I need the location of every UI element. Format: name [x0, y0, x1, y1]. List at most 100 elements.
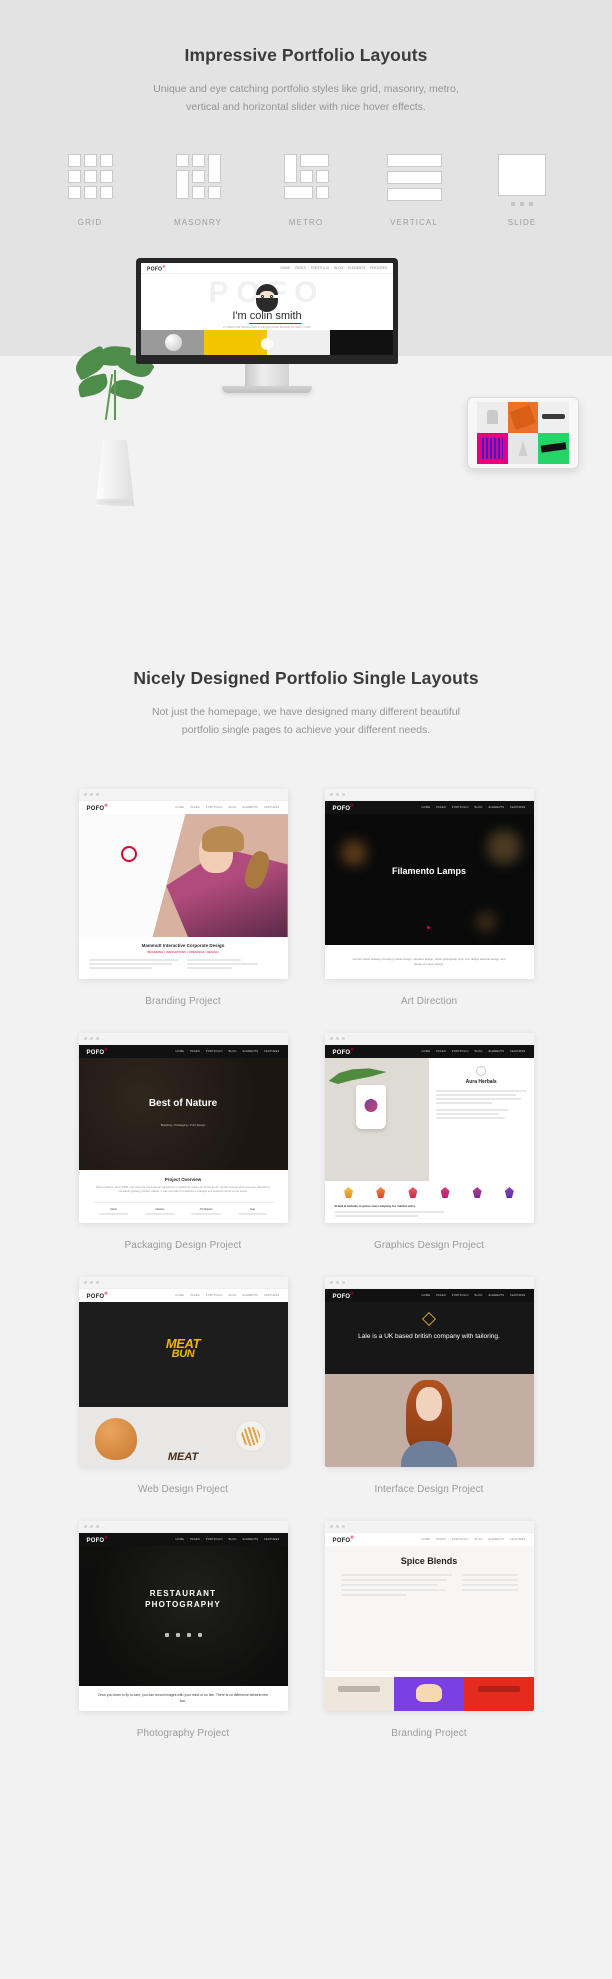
site-nav-links[interactable]: HOME PAGES PORTFOLIO BLOG ELEMENTS FEATU…: [176, 806, 280, 809]
nav-link[interactable]: FEATURES: [510, 806, 525, 809]
nav-link[interactable]: HOME: [281, 266, 291, 270]
browser-frame[interactable]: POFO® HOME PAGES PORTFOLIO BLOG ELEMENTS…: [324, 1033, 534, 1223]
layout-label-vertical: VERTICAL: [390, 218, 438, 227]
browser-frame[interactable]: POFO® HOME PAGES PORTFOLIO BLOG ELEMENTS…: [324, 789, 534, 979]
nav-link[interactable]: PORTFOLIO: [452, 806, 469, 809]
nav-link[interactable]: ELEMENTS: [243, 1294, 259, 1297]
nav-link[interactable]: PAGES: [190, 1050, 200, 1053]
nav-link[interactable]: FEATURES: [264, 1294, 279, 1297]
nav-link[interactable]: FEATURES: [370, 266, 387, 270]
nav-link[interactable]: PAGES: [190, 1538, 200, 1541]
site-nav-links[interactable]: HOME PAGES PORTFOLIO BLOG ELEMENTS FEATU…: [176, 1538, 280, 1541]
site-nav-links[interactable]: HOME PAGES PORTFOLIO BLOG ELEMENTS FEATU…: [422, 806, 526, 809]
nav-link[interactable]: HOME: [422, 1050, 431, 1053]
nav-link[interactable]: ELEMENTS: [243, 1050, 259, 1053]
nav-link[interactable]: PORTFOLIO: [206, 1294, 223, 1297]
nav-link[interactable]: PORTFOLIO: [206, 806, 223, 809]
nav-link[interactable]: ELEMENTS: [348, 266, 365, 270]
portfolio-card[interactable]: POFO® HOME PAGES PORTFOLIO BLOG ELEMENTS…: [78, 1521, 288, 1739]
layout-option-vertical[interactable]: VERTICAL: [375, 154, 453, 227]
card-caption: Web Design Project: [138, 1484, 228, 1495]
portfolio-card[interactable]: POFO® HOME PAGES PORTFOLIO BLOG ELEMENTS…: [78, 1033, 288, 1251]
social-icons[interactable]: [79, 1632, 288, 1637]
hero-image: MEAT BUN: [78, 1302, 288, 1407]
site-navbar: POFO® HOME PAGES PORTFOLIO BLOG ELEMENTS…: [324, 1289, 534, 1302]
section-subtitle: Not just the homepage, we have designed …: [151, 706, 460, 736]
portfolio-card[interactable]: POFO® HOME PAGES PORTFOLIO BLOG ELEMENTS…: [78, 1277, 288, 1495]
nav-link[interactable]: PORTFOLIO: [452, 1050, 469, 1053]
nav-link[interactable]: PORTFOLIO: [206, 1538, 223, 1541]
portfolio-card[interactable]: POFO® HOME PAGES PORTFOLIO BLOG ELEMENTS…: [324, 1033, 534, 1251]
site-nav-links[interactable]: HOME PAGES PORTFOLIO BLOG ELEMENTS FEATU…: [422, 1294, 526, 1297]
site-nav-links[interactable]: HOME PAGES PORTFOLIO BLOG ELEMENTS FEATU…: [281, 266, 388, 270]
nav-link[interactable]: PORTFOLIO: [452, 1294, 469, 1297]
layout-option-metro[interactable]: METRO: [267, 154, 345, 227]
nav-link[interactable]: PORTFOLIO: [206, 1050, 223, 1053]
nav-link[interactable]: HOME: [176, 1538, 185, 1541]
site-nav-links[interactable]: HOME PAGES PORTFOLIO BLOG ELEMENTS FEATU…: [422, 1050, 526, 1053]
nav-link[interactable]: PAGES: [436, 806, 446, 809]
nav-link[interactable]: BLOG: [475, 1538, 483, 1541]
portfolio-card[interactable]: POFO® HOME PAGES PORTFOLIO BLOG ELEMENTS…: [324, 789, 534, 1007]
meta-label: Art Director: [199, 1208, 213, 1211]
site-nav-links[interactable]: HOME PAGES PORTFOLIO BLOG ELEMENTS FEATU…: [422, 1538, 526, 1541]
color-gems: [325, 1181, 534, 1204]
nav-link[interactable]: HOME: [176, 1050, 185, 1053]
browser-frame[interactable]: POFO® HOME PAGES PORTFOLIO BLOG ELEMENTS…: [324, 1521, 534, 1711]
site-nav-links[interactable]: HOME PAGES PORTFOLIO BLOG ELEMENTS FEATU…: [176, 1294, 280, 1297]
nav-link[interactable]: BLOG: [475, 1294, 483, 1297]
nav-link[interactable]: PAGES: [436, 1050, 446, 1053]
nav-link[interactable]: PAGES: [190, 806, 200, 809]
nav-link[interactable]: BLOG: [475, 1050, 483, 1053]
layout-option-slide[interactable]: SLIDE: [483, 154, 561, 227]
nav-link[interactable]: ELEMENTS: [489, 806, 505, 809]
nav-link[interactable]: FEATURES: [264, 1050, 279, 1053]
nav-link[interactable]: PAGES: [436, 1294, 446, 1297]
nav-link[interactable]: ELEMENTS: [489, 1538, 505, 1541]
nav-link[interactable]: FEATURES: [510, 1294, 525, 1297]
nav-link[interactable]: PORTFOLIO: [452, 1538, 469, 1541]
site-navbar: POFO® HOME PAGES PORTFOLIO BLOG ELEMENTS…: [141, 263, 393, 274]
browser-frame[interactable]: POFO® HOME PAGES PORTFOLIO BLOG ELEMENTS…: [78, 1033, 288, 1223]
nav-link[interactable]: HOME: [422, 806, 431, 809]
site-nav-links[interactable]: HOME PAGES PORTFOLIO BLOG ELEMENTS FEATU…: [176, 1050, 280, 1053]
nav-link[interactable]: PORTFOLIO: [311, 266, 329, 270]
nav-link[interactable]: ELEMENTS: [489, 1050, 505, 1053]
nav-link[interactable]: BLOG: [334, 266, 343, 270]
nav-link[interactable]: HOME: [176, 806, 185, 809]
nav-link[interactable]: PAGES: [295, 266, 306, 270]
hero-title: Spice Blends: [400, 1556, 458, 1566]
nav-link[interactable]: PAGES: [190, 1294, 200, 1297]
nav-link[interactable]: FEATURES: [510, 1050, 525, 1053]
nav-link[interactable]: PAGES: [436, 1538, 446, 1541]
nav-link[interactable]: BLOG: [229, 1294, 237, 1297]
nav-link[interactable]: BLOG: [229, 1050, 237, 1053]
meta-label: Year: [249, 1208, 255, 1211]
browser-frame[interactable]: POFO® HOME PAGES PORTFOLIO BLOG ELEMENTS…: [324, 1277, 534, 1467]
nav-link[interactable]: BLOG: [229, 806, 237, 809]
portfolio-card[interactable]: POFO® HOME PAGES PORTFOLIO BLOG ELEMENTS…: [78, 789, 288, 1007]
portfolio-single-layouts-section: Nicely Designed Portfolio Single Layouts…: [0, 606, 612, 1779]
layout-option-masonry[interactable]: MASONRY: [159, 154, 237, 227]
nav-link[interactable]: BLOG: [475, 806, 483, 809]
portfolio-card[interactable]: POFO® HOME PAGES PORTFOLIO BLOG ELEMENTS…: [324, 1277, 534, 1495]
browser-frame[interactable]: POFO® HOME PAGES PORTFOLIO BLOG ELEMENTS…: [78, 1521, 288, 1711]
nav-link[interactable]: HOME: [422, 1294, 431, 1297]
nav-link[interactable]: FEATURES: [264, 806, 279, 809]
nav-link[interactable]: BLOG: [229, 1538, 237, 1541]
browser-frame[interactable]: POFO® HOME PAGES PORTFOLIO BLOG ELEMENTS…: [78, 789, 288, 979]
nav-link[interactable]: ELEMENTS: [243, 1538, 259, 1541]
nav-link[interactable]: ELEMENTS: [489, 1294, 505, 1297]
browser-frame[interactable]: POFO® HOME PAGES PORTFOLIO BLOG ELEMENTS…: [78, 1277, 288, 1467]
nav-link[interactable]: HOME: [176, 1294, 185, 1297]
card-caption: Graphics Design Project: [373, 1240, 485, 1251]
card-caption: Packaging Design Project: [124, 1240, 242, 1251]
meta-label: Client: [110, 1208, 117, 1211]
nav-link[interactable]: FEATURES: [510, 1538, 525, 1541]
nav-link[interactable]: HOME: [422, 1538, 431, 1541]
nav-link[interactable]: ELEMENTS: [243, 806, 259, 809]
portfolio-card[interactable]: POFO® HOME PAGES PORTFOLIO BLOG ELEMENTS…: [324, 1521, 534, 1739]
layout-option-grid[interactable]: GRID: [51, 154, 129, 227]
nav-link[interactable]: FEATURES: [264, 1538, 279, 1541]
hero-tagline: A CREATIVE DESIGNER & DEVELOPER BASED IN…: [223, 325, 311, 329]
